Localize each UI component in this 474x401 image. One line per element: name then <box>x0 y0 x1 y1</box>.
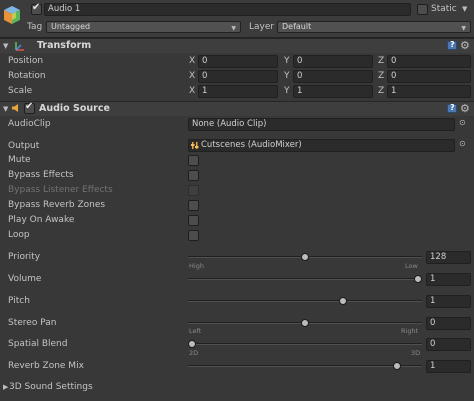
position-x-field[interactable]: 0 <box>198 55 278 68</box>
output-label: Output <box>8 141 40 151</box>
spatial-blend-2d-label: 2D <box>189 349 199 357</box>
object-picker-icon[interactable]: ⊙ <box>459 118 466 127</box>
axis-z-label: Z <box>378 56 385 66</box>
scale-label: Scale <box>8 86 33 96</box>
tag-dropdown[interactable]: Untagged ▼ <box>46 21 241 33</box>
layer-label: Layer <box>249 22 275 32</box>
mixer-icon <box>191 142 199 149</box>
position-y-field[interactable]: 0 <box>293 55 373 68</box>
tag-label: Tag <box>27 22 43 32</box>
static-dropdown-icon[interactable]: ▼ <box>462 5 467 13</box>
speaker-icon <box>12 104 18 112</box>
axis-z-label: Z <box>378 71 385 81</box>
scale-y-field[interactable]: 1 <box>293 85 373 98</box>
reverb-zone-mix-value-field[interactable]: 1 <box>426 360 471 373</box>
position-label: Position <box>8 56 44 66</box>
stereo-pan-slider-thumb[interactable] <box>301 319 309 327</box>
mute-toggle[interactable] <box>188 155 199 166</box>
bypass-listener-effects-toggle <box>188 185 199 196</box>
loop-label: Loop <box>8 230 30 240</box>
play-on-awake-label: Play On Awake <box>8 215 75 225</box>
priority-label: Priority <box>8 252 41 262</box>
axis-y-label: Y <box>284 86 290 96</box>
bypass-reverb-zones-toggle[interactable] <box>188 200 199 211</box>
static-toggle[interactable] <box>417 4 428 15</box>
rotation-label: Rotation <box>8 71 46 81</box>
pitch-label: Pitch <box>8 296 30 306</box>
spatial-blend-label: Spatial Blend <box>8 339 68 349</box>
gear-icon[interactable]: ⚙ <box>460 103 470 114</box>
pitch-slider-thumb[interactable] <box>338 297 347 305</box>
bypass-effects-label: Bypass Effects <box>8 170 74 180</box>
stereo-pan-left-label: Left <box>189 327 202 335</box>
rotation-z-field[interactable]: 0 <box>387 70 471 83</box>
axis-y-label: Y <box>284 71 290 81</box>
mute-label: Mute <box>8 155 31 165</box>
audioclip-field[interactable]: None (Audio Clip) <box>188 118 455 131</box>
fold-arrow-icon[interactable]: ▼ <box>3 105 8 113</box>
priority-value-field[interactable]: 128 <box>426 251 471 264</box>
volume-slider-track[interactable] <box>188 278 422 280</box>
tag-value: Untagged <box>51 22 91 31</box>
reverb-zone-mix-slider-track[interactable] <box>188 365 422 367</box>
object-picker-icon[interactable]: ⊙ <box>459 139 466 148</box>
reverb-zone-mix-slider-thumb[interactable] <box>393 362 402 370</box>
layer-value: Default <box>282 22 312 31</box>
axis-x-label: X <box>189 56 196 66</box>
fold-arrow-icon[interactable]: ▼ <box>3 42 8 50</box>
spatial-blend-slider-track[interactable] <box>188 343 422 345</box>
book-help-icon[interactable] <box>447 40 457 50</box>
pitch-slider-track[interactable] <box>188 300 422 302</box>
spatial-blend-slider-thumb[interactable] <box>188 340 196 348</box>
gear-icon[interactable]: ⚙ <box>460 40 470 51</box>
transform-title: Transform <box>37 40 92 51</box>
rotation-x-field[interactable]: 0 <box>198 70 278 83</box>
spatial-blend-3d-label: 3D <box>411 349 421 357</box>
scale-x-field[interactable]: 1 <box>198 85 278 98</box>
stereo-pan-label: Stereo Pan <box>8 318 57 328</box>
position-z-field[interactable]: 0 <box>387 55 471 68</box>
book-help-icon[interactable] <box>447 103 457 113</box>
audio-source-title: Audio Source <box>39 103 110 114</box>
pitch-value-field[interactable]: 1 <box>426 295 471 308</box>
cube-icon <box>4 6 20 24</box>
priority-slider-thumb[interactable] <box>301 253 309 261</box>
axis-x-label: X <box>189 71 196 81</box>
rotation-y-field[interactable]: 0 <box>293 70 373 83</box>
scale-z-field[interactable]: 1 <box>387 85 471 98</box>
priority-high-label: High <box>189 262 204 270</box>
chevron-down-icon: ▼ <box>231 25 236 32</box>
volume-label: Volume <box>8 274 42 284</box>
fold-arrow-icon[interactable]: ▶ <box>3 383 8 391</box>
axis-x-label: X <box>189 86 196 96</box>
3d-sound-settings-foldout[interactable]: 3D Sound Settings <box>9 382 93 392</box>
play-on-awake-toggle[interactable] <box>188 215 199 226</box>
axis-icon <box>15 42 24 51</box>
object-name-field[interactable]: Audio 1 <box>44 3 411 16</box>
bypass-listener-effects-label: Bypass Listener Effects <box>8 185 113 195</box>
stereo-pan-value-field[interactable]: 0 <box>426 317 471 330</box>
output-field[interactable]: Cutscenes (AudioMixer) <box>188 139 455 152</box>
bypass-reverb-zones-label: Bypass Reverb Zones <box>8 200 106 210</box>
audioclip-label: AudioClip <box>8 119 51 129</box>
volume-value-field[interactable]: 1 <box>426 273 471 286</box>
spatial-blend-value-field[interactable]: 0 <box>426 338 471 351</box>
reverb-zone-mix-label: Reverb Zone Mix <box>8 361 84 371</box>
static-label: Static <box>431 4 457 14</box>
audio-source-enabled-toggle[interactable] <box>24 101 35 114</box>
priority-low-label: Low <box>405 262 418 270</box>
stereo-pan-right-label: Right <box>401 327 419 335</box>
axis-y-label: Y <box>284 56 290 66</box>
loop-toggle[interactable] <box>188 230 199 241</box>
layer-dropdown[interactable]: Default ▼ <box>277 21 471 33</box>
bypass-effects-toggle[interactable] <box>188 170 199 181</box>
chevron-down-icon: ▼ <box>461 25 466 32</box>
volume-slider-thumb[interactable] <box>414 275 422 283</box>
axis-z-label: Z <box>378 86 385 96</box>
active-toggle[interactable] <box>31 2 42 15</box>
